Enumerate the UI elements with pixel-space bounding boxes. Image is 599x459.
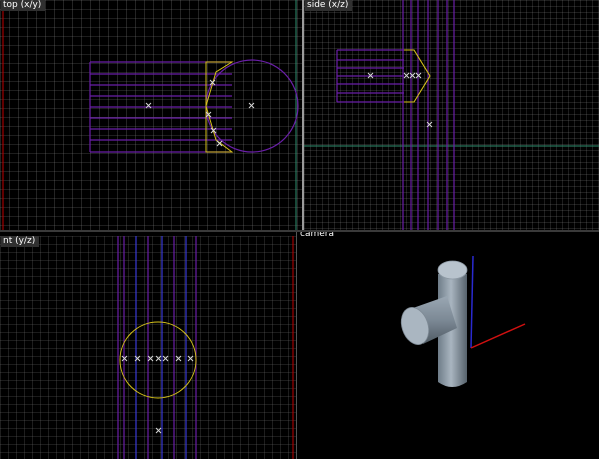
front-grid-svg xyxy=(0,236,296,459)
side-grid xyxy=(304,0,599,230)
viewport-camera[interactable]: camera xyxy=(297,232,599,459)
divider-vertical-top[interactable] xyxy=(302,0,304,230)
camera-axis-blue xyxy=(470,255,474,349)
viewport-label-side: side (x/z) xyxy=(305,0,353,11)
viewport-side[interactable]: side (x/z) xyxy=(304,0,599,230)
divider-vertical-bottom[interactable] xyxy=(296,232,297,459)
viewport-label-front: nt (y/z) xyxy=(1,236,40,247)
top-grid xyxy=(0,0,302,230)
viewport-front[interactable]: nt (y/z) xyxy=(0,236,296,459)
viewport-label-top: top (x/y) xyxy=(1,0,46,11)
divider-horizontal[interactable] xyxy=(0,230,599,232)
camera-axis-red xyxy=(470,323,526,349)
camera-scene-svg xyxy=(400,255,526,387)
top-grid-svg xyxy=(0,0,302,230)
viewport-top[interactable]: top (x/y) xyxy=(0,0,302,230)
viewport-label-camera: camera xyxy=(300,232,334,239)
side-grid-svg xyxy=(304,0,599,230)
